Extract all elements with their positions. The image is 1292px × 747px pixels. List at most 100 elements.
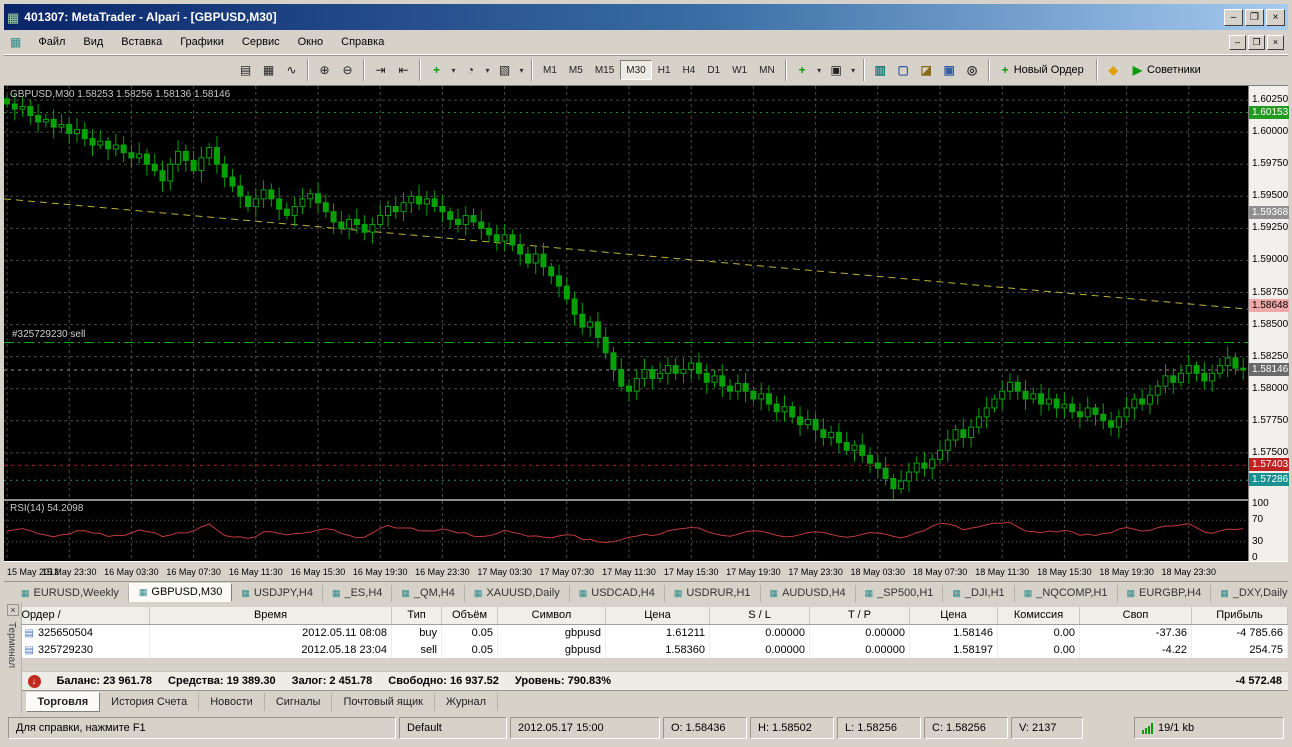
- menu-help[interactable]: Справка: [332, 33, 393, 51]
- chart-tab-eurusd-weekly[interactable]: ▦ EURUSD,Weekly: [12, 585, 129, 602]
- close-button[interactable]: ×: [1266, 8, 1285, 26]
- chart-plot-area[interactable]: RSI(14) 54.2098 GBPUSD,M30 1.58253 1.582…: [4, 86, 1248, 561]
- timeframe-m30-button[interactable]: M30: [620, 60, 652, 80]
- chart-tab--nqcomp-h1[interactable]: ▦ _NQCOMP,H1: [1015, 585, 1118, 602]
- chart-tab-gbpusd-m30[interactable]: ▦ GBPUSD,M30: [128, 583, 233, 602]
- order-row[interactable]: ▤ 325729230 2012.05.18 23:04 sell 0.05 gbpusd…: [21, 641, 1288, 658]
- column-header-type[interactable]: Тип: [391, 607, 442, 625]
- chart-tab--dxy-daily[interactable]: ▦ _DXY,Daily: [1211, 585, 1292, 602]
- toolbar-separator: [419, 59, 421, 81]
- timeframe-h1-button[interactable]: H1: [652, 60, 677, 80]
- main-chart-canvas[interactable]: [4, 86, 1248, 499]
- column-header-time[interactable]: Время: [149, 607, 392, 625]
- chart-candles-button[interactable]: ▦: [257, 59, 280, 81]
- alerts-button[interactable]: ◆: [1102, 59, 1125, 81]
- indicators-button[interactable]: +: [425, 59, 448, 81]
- chart-bars-button[interactable]: ▤: [234, 59, 257, 81]
- navigator-button[interactable]: ◪: [915, 59, 938, 81]
- terminal-tab-mailbox[interactable]: Почтовый ящик: [332, 693, 435, 711]
- price-tick: 1.60000: [1252, 126, 1289, 138]
- menu-insert[interactable]: Вставка: [112, 33, 171, 51]
- timeframe-m5-button[interactable]: M5: [563, 60, 589, 80]
- column-header-price[interactable]: Цена: [605, 607, 710, 625]
- menu-window[interactable]: Окно: [289, 33, 333, 51]
- terminal-tab-account-history[interactable]: История Счета: [100, 693, 200, 711]
- chart-tab-icon: ▦: [331, 587, 341, 598]
- timeframe-h4-button[interactable]: H4: [677, 60, 702, 80]
- restore-button[interactable]: ❐: [1245, 8, 1264, 26]
- new-chart-dropdown-icon[interactable]: ▾: [814, 59, 825, 81]
- column-header-volume[interactable]: Объём: [441, 607, 498, 625]
- rsi-canvas[interactable]: [4, 501, 1248, 561]
- terminal-tab-signals[interactable]: Сигналы: [265, 693, 333, 711]
- menu-service[interactable]: Сервис: [233, 33, 289, 51]
- column-header-swap[interactable]: Своп: [1079, 607, 1192, 625]
- time-axis[interactable]: 15 May 2012 15 May 23:30 16 May 03:30 16 Ma…: [4, 561, 1288, 581]
- periods-button[interactable]: ◔: [459, 59, 482, 81]
- terminal-panel-button[interactable]: ▣: [938, 59, 961, 81]
- new-chart-button[interactable]: +: [791, 59, 814, 81]
- chart-tab-usdrur-h1[interactable]: ▦ USDRUR,H1: [665, 585, 761, 602]
- templates-dropdown-icon[interactable]: ▾: [516, 59, 527, 81]
- column-header-symbol[interactable]: Символ: [497, 607, 606, 625]
- minimize-button[interactable]: –: [1224, 8, 1243, 26]
- price-axis[interactable]: 1.60250 1.60000 1.59750 1.59500 1.59250 1.590…: [1248, 86, 1289, 563]
- terminal-tab-news[interactable]: Новости: [199, 693, 265, 711]
- terminal-tab-trade[interactable]: Торговля: [25, 692, 101, 712]
- menu-charts[interactable]: Графики: [171, 33, 233, 51]
- auto-scroll-button[interactable]: ⇥: [369, 59, 392, 81]
- zoom-in-button[interactable]: ⊕: [313, 59, 336, 81]
- column-header-profit[interactable]: Прибыль: [1191, 607, 1288, 625]
- experts-button[interactable]: ▶ Советники: [1125, 59, 1209, 81]
- chart-tab-xauusd-daily[interactable]: ▦ XAUUSD,Daily: [465, 585, 570, 602]
- chart-tab--qm-h4[interactable]: ▦ _QM,H4: [392, 585, 465, 602]
- column-header-order[interactable]: Ордер /: [21, 607, 150, 625]
- menu-view[interactable]: Вид: [74, 33, 112, 51]
- mdi-close-button[interactable]: ×: [1267, 34, 1284, 50]
- timeframe-mn-button[interactable]: MN: [753, 60, 781, 80]
- profiles-button[interactable]: ▣: [825, 59, 848, 81]
- chart-tab--sp500-h1[interactable]: ▦ _SP500,H1: [856, 585, 944, 602]
- time-label: 17 May 11:30: [602, 567, 656, 577]
- timeframe-d1-button[interactable]: D1: [701, 60, 726, 80]
- chart-tab-audusd-h4[interactable]: ▦ AUDUSD,H4: [761, 585, 856, 602]
- chart-shift-button[interactable]: ⇤: [392, 59, 415, 81]
- timeframe-w1-button[interactable]: W1: [726, 60, 753, 80]
- templates-button[interactable]: ▧: [493, 59, 516, 81]
- cell-symbol: gbpusd: [497, 641, 606, 658]
- balance-segment: Свободно: 16 937.52: [388, 675, 499, 687]
- terminal-close-icon[interactable]: ×: [7, 604, 19, 616]
- periods-dropdown-icon[interactable]: ▾: [482, 59, 493, 81]
- timeframe-m1-button[interactable]: M1: [537, 60, 563, 80]
- timeframe-m15-button[interactable]: M15: [589, 60, 620, 80]
- cell-type: buy: [391, 624, 442, 641]
- menu-file[interactable]: Файл: [29, 33, 74, 51]
- chart-tab--dji-h1[interactable]: ▦ _DJI,H1: [943, 585, 1015, 602]
- chart-tab-usdjpy-h4[interactable]: ▦ USDJPY,H4: [232, 585, 323, 602]
- zoom-out-button[interactable]: ⊖: [336, 59, 359, 81]
- strategy-tester-button[interactable]: ◎: [961, 59, 984, 81]
- time-label: 16 May 07:30: [166, 567, 221, 577]
- mdi-minimize-button[interactable]: –: [1229, 34, 1246, 50]
- chart-tab-usdcad-h4[interactable]: ▦ USDCAD,H4: [570, 585, 665, 602]
- profiles-dropdown-icon[interactable]: ▾: [848, 59, 859, 81]
- data-window-icon: ▢: [897, 63, 909, 77]
- market-watch-button[interactable]: ▥: [869, 59, 892, 81]
- order-row[interactable]: ▤ 325650504 2012.05.11 08:08 buy 0.05 gbpusd 1…: [21, 624, 1288, 641]
- chart-tab-eurgbp-h4[interactable]: ▦ EURGBP,H4: [1118, 585, 1212, 602]
- chart-tab--es-h4[interactable]: ▦ _ES,H4: [323, 585, 393, 602]
- chart-line-button[interactable]: ∿: [280, 59, 303, 81]
- column-header-sl[interactable]: S / L: [709, 607, 810, 625]
- new-order-button[interactable]: + Новый Ордер: [994, 59, 1092, 81]
- mdi-window-controls: – ❐ ×: [1229, 34, 1284, 50]
- column-header-commission[interactable]: Комиссия: [997, 607, 1080, 625]
- rsi-panel[interactable]: RSI(14) 54.2098: [4, 501, 1248, 561]
- orders-table-wrap: Ордер / Время Тип Объём Символ Цена S / LT / P…: [21, 607, 1288, 658]
- column-header-tp[interactable]: T / P: [809, 607, 910, 625]
- column-header-price2[interactable]: Цена: [909, 607, 998, 625]
- chart-tabs-bar: ▦ EURUSD,Weekly ▦ GBPUSD,M30 ▦ USDJPY,H4 ▦ _ES,…: [4, 581, 1288, 602]
- indicators-dropdown-icon[interactable]: ▾: [448, 59, 459, 81]
- terminal-tab-journal[interactable]: Журнал: [435, 693, 499, 711]
- mdi-restore-button[interactable]: ❐: [1248, 34, 1265, 50]
- data-window-button[interactable]: ▢: [892, 59, 915, 81]
